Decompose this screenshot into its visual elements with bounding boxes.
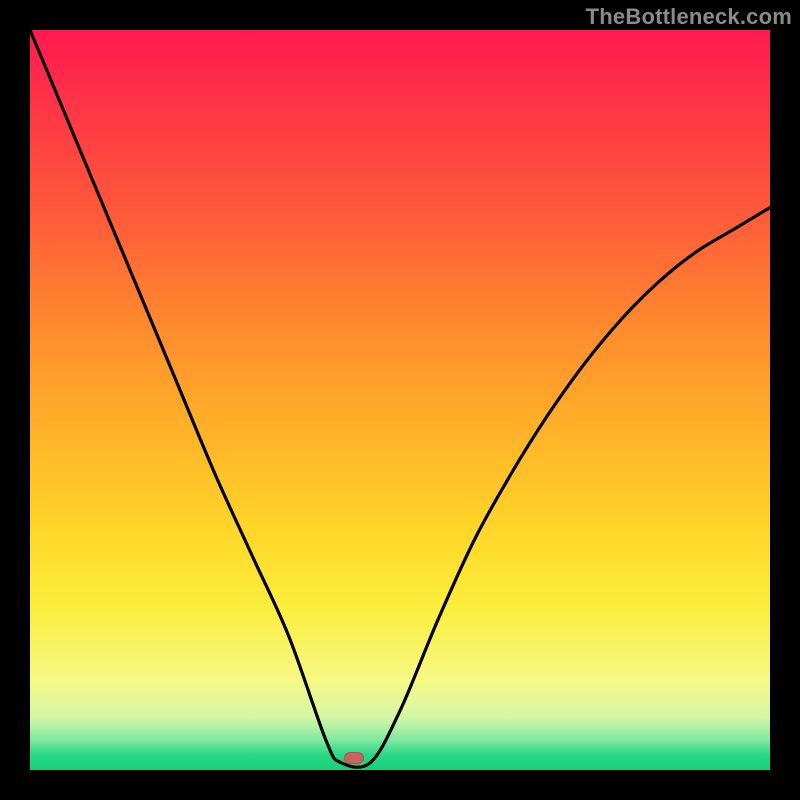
optimum-marker — [344, 752, 364, 764]
plot-area — [30, 30, 770, 770]
bottleneck-curve — [30, 30, 770, 767]
curve-layer — [30, 30, 770, 770]
watermark-text: TheBottleneck.com — [586, 4, 792, 30]
chart-frame: TheBottleneck.com — [0, 0, 800, 800]
